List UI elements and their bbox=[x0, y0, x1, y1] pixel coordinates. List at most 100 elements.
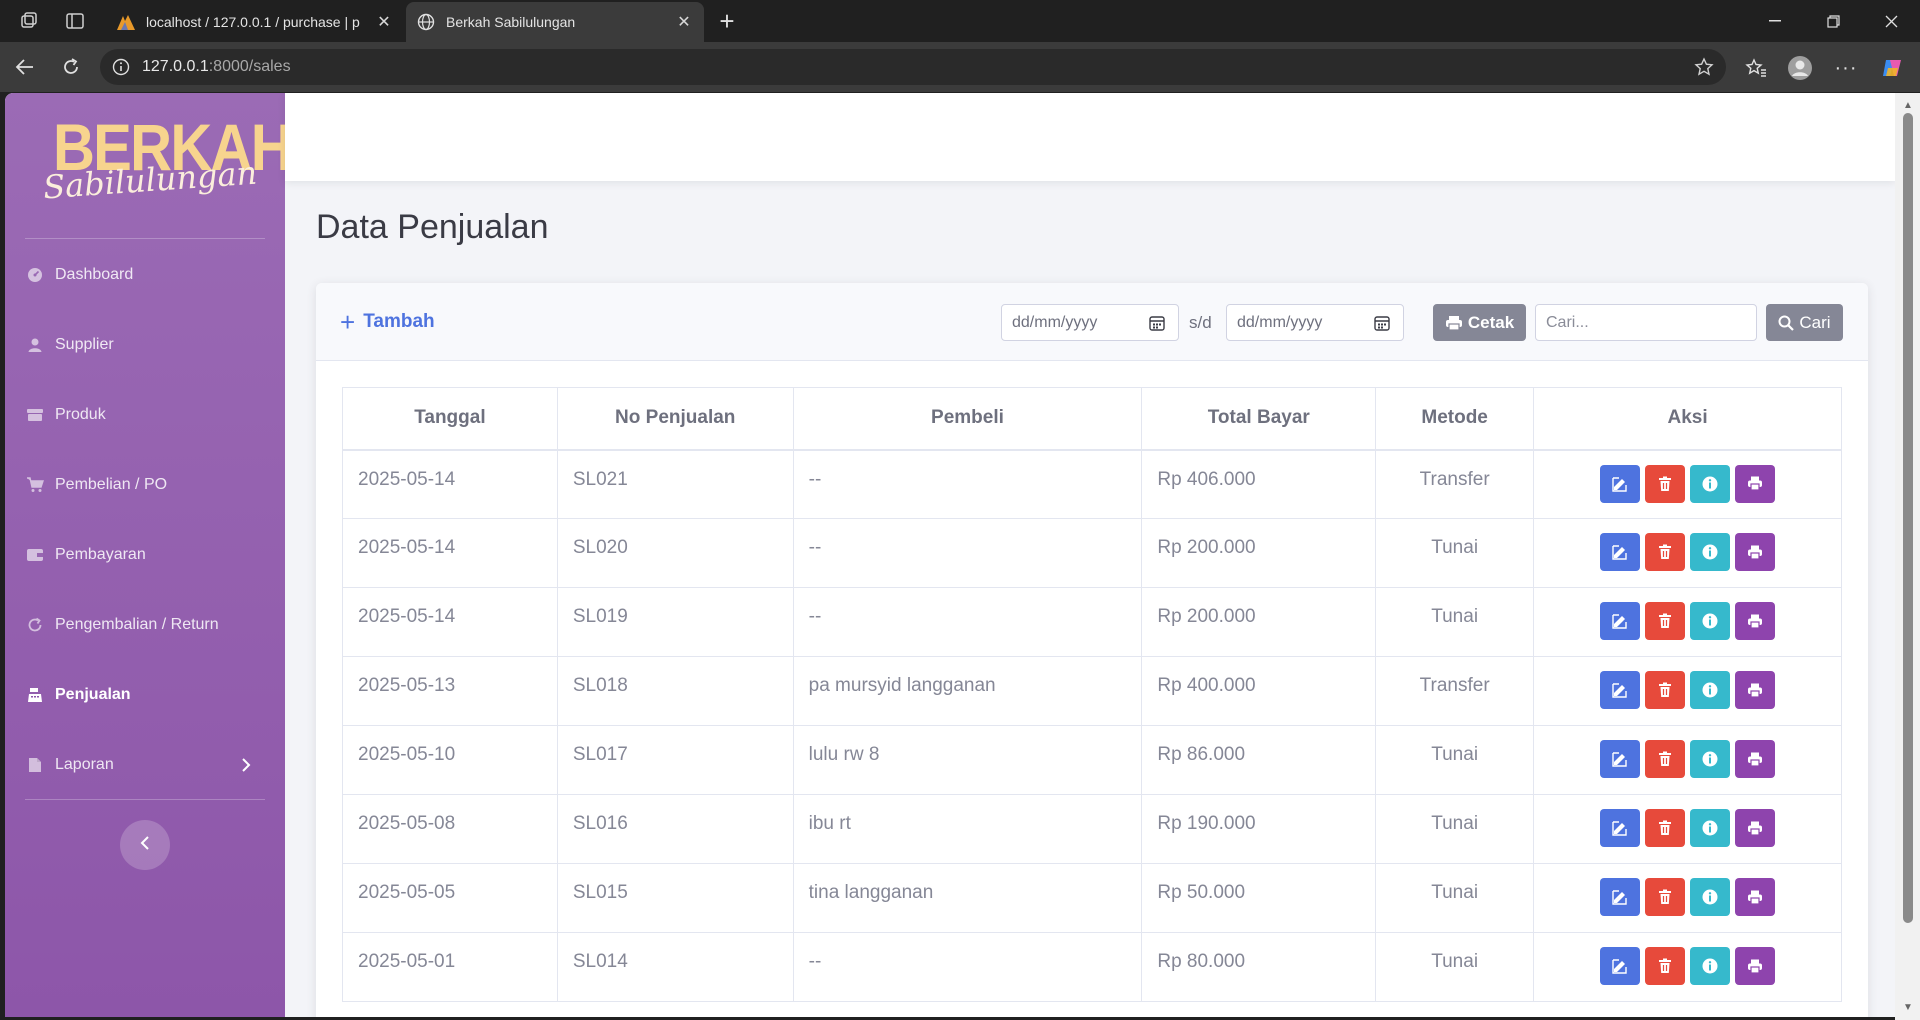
profile-avatar-icon[interactable] bbox=[1784, 52, 1816, 84]
tab-berkah[interactable]: Berkah Sabilulungan ✕ bbox=[406, 2, 704, 42]
calendar-icon[interactable] bbox=[1373, 314, 1391, 332]
delete-button[interactable] bbox=[1645, 809, 1686, 847]
add-sale-button[interactable]: + Tambah bbox=[340, 308, 435, 336]
cell-no-penjualan: SL017 bbox=[556, 725, 794, 795]
detail-button[interactable] bbox=[1690, 740, 1731, 778]
more-menu-icon[interactable]: ··· bbox=[1830, 52, 1862, 84]
detail-button[interactable] bbox=[1690, 878, 1731, 916]
cell-total-bayar: Rp 86.000 bbox=[1141, 725, 1377, 795]
column-header[interactable]: Pembeli bbox=[792, 387, 1143, 451]
cell-pembeli: -- bbox=[792, 587, 1143, 657]
cell-pembeli: ibu rt bbox=[792, 794, 1143, 864]
edit-button[interactable] bbox=[1600, 464, 1641, 503]
tab-phpmyadmin[interactable]: localhost / 127.0.0.1 / purchase | p ✕ bbox=[106, 2, 404, 42]
cell-pembeli: tina langganan bbox=[792, 863, 1143, 933]
print-receipt-button[interactable] bbox=[1735, 464, 1776, 503]
sidebar-item-produk[interactable]: Produk bbox=[25, 400, 275, 430]
info-icon bbox=[1702, 958, 1718, 974]
cell-metode: Tunai bbox=[1375, 863, 1535, 933]
cart-icon bbox=[25, 475, 45, 495]
close-icon[interactable]: ✕ bbox=[670, 8, 698, 36]
sidebar-item-return[interactable]: Pengembalian / Return bbox=[25, 610, 275, 640]
search-input[interactable] bbox=[1535, 304, 1757, 341]
site-info-icon[interactable] bbox=[110, 56, 132, 78]
delete-button[interactable] bbox=[1645, 602, 1686, 640]
sidebar-item-pembayaran[interactable]: Pembayaran bbox=[25, 540, 275, 570]
delete-button[interactable] bbox=[1645, 740, 1686, 778]
delete-button[interactable] bbox=[1645, 947, 1686, 985]
sidebar-toggle-button[interactable] bbox=[120, 820, 170, 870]
date-from-input[interactable]: dd/mm/yyyy bbox=[1001, 304, 1179, 341]
info-icon bbox=[1702, 682, 1718, 698]
print-receipt-button[interactable] bbox=[1735, 740, 1776, 778]
favorites-icon[interactable] bbox=[1740, 52, 1772, 84]
detail-button[interactable] bbox=[1690, 809, 1731, 847]
sidebar-item-label: Penjualan bbox=[55, 686, 131, 703]
print-receipt-button[interactable] bbox=[1735, 671, 1776, 709]
info-icon bbox=[1702, 889, 1718, 905]
sidebar-item-supplier[interactable]: Supplier bbox=[25, 330, 275, 360]
reload-icon[interactable] bbox=[56, 52, 86, 82]
calendar-icon[interactable] bbox=[1148, 314, 1166, 332]
edit-icon bbox=[1612, 820, 1628, 836]
delete-button[interactable] bbox=[1645, 464, 1686, 503]
back-icon[interactable] bbox=[10, 52, 40, 82]
cell-aksi bbox=[1533, 725, 1842, 795]
detail-button[interactable] bbox=[1690, 947, 1731, 985]
sidebar-item-dashboard[interactable]: Dashboard bbox=[25, 260, 275, 290]
column-header[interactable]: No Penjualan bbox=[556, 387, 794, 451]
scrollbar-thumb[interactable] bbox=[1903, 113, 1913, 923]
delete-button[interactable] bbox=[1645, 878, 1686, 916]
print-button[interactable]: Cetak bbox=[1433, 304, 1526, 341]
column-header: Aksi bbox=[1533, 387, 1842, 451]
tab-actions-icon[interactable] bbox=[60, 6, 90, 36]
column-header[interactable]: Total Bayar bbox=[1141, 387, 1377, 451]
edit-button[interactable] bbox=[1600, 740, 1641, 778]
print-receipt-button[interactable] bbox=[1735, 878, 1776, 916]
printer-icon bbox=[1747, 821, 1763, 836]
print-receipt-button[interactable] bbox=[1735, 809, 1776, 847]
delete-button[interactable] bbox=[1645, 533, 1686, 571]
edit-button[interactable] bbox=[1600, 947, 1641, 985]
delete-button[interactable] bbox=[1645, 671, 1686, 709]
workspaces-icon[interactable] bbox=[14, 6, 44, 36]
edit-button[interactable] bbox=[1600, 533, 1641, 571]
trash-icon bbox=[1658, 476, 1672, 492]
print-receipt-button[interactable] bbox=[1735, 533, 1776, 571]
restore-icon[interactable] bbox=[1804, 0, 1862, 42]
page-scrollbar[interactable]: ▲ ▼ bbox=[1895, 93, 1920, 1020]
edit-button[interactable] bbox=[1600, 671, 1641, 709]
column-header[interactable]: Tanggal bbox=[342, 387, 558, 451]
sidebar-item-penjualan[interactable]: Penjualan bbox=[25, 680, 275, 710]
sidebar-item-pembelian[interactable]: Pembelian / PO bbox=[25, 470, 275, 500]
print-receipt-button[interactable] bbox=[1735, 602, 1776, 640]
new-tab-icon[interactable]: + bbox=[712, 6, 742, 36]
close-icon[interactable]: ✕ bbox=[370, 8, 398, 36]
favorite-star-icon[interactable] bbox=[1692, 55, 1716, 79]
brand-logo[interactable]: BERKAH Sabilulungan bbox=[5, 103, 293, 213]
detail-button[interactable] bbox=[1690, 671, 1731, 709]
detail-button[interactable] bbox=[1690, 602, 1731, 640]
column-header[interactable]: Metode bbox=[1375, 387, 1535, 451]
page-viewport: BERKAH Sabilulungan Dashboard Supplier P… bbox=[5, 93, 1895, 1017]
search-button[interactable]: Cari bbox=[1766, 304, 1843, 341]
table-row: 2025-05-08 SL016 ibu rt Rp 190.000 Tunai bbox=[342, 794, 1842, 864]
detail-button[interactable] bbox=[1690, 464, 1731, 503]
copilot-icon[interactable] bbox=[1876, 52, 1908, 84]
address-bar[interactable]: 127.0.0.1:8000/sales bbox=[100, 49, 1726, 85]
sidebar-item-laporan[interactable]: Laporan bbox=[25, 750, 275, 780]
edit-button[interactable] bbox=[1600, 809, 1641, 847]
date-to-input[interactable]: dd/mm/yyyy bbox=[1226, 304, 1404, 341]
table-row: 2025-05-05 SL015 tina langganan Rp 50.000 Tu… bbox=[342, 863, 1842, 933]
scroll-down-icon[interactable]: ▼ bbox=[1901, 1001, 1915, 1013]
cell-pembeli: -- bbox=[792, 518, 1143, 588]
minimize-icon[interactable] bbox=[1746, 0, 1804, 42]
edit-button[interactable] bbox=[1600, 602, 1641, 640]
edit-button[interactable] bbox=[1600, 878, 1641, 916]
close-window-icon[interactable] bbox=[1862, 0, 1920, 42]
scroll-up-icon[interactable]: ▲ bbox=[1901, 99, 1915, 111]
print-receipt-button[interactable] bbox=[1735, 947, 1776, 985]
browser-toolbar: 127.0.0.1:8000/sales ··· bbox=[0, 42, 1920, 92]
return-icon bbox=[25, 615, 45, 635]
detail-button[interactable] bbox=[1690, 533, 1731, 571]
